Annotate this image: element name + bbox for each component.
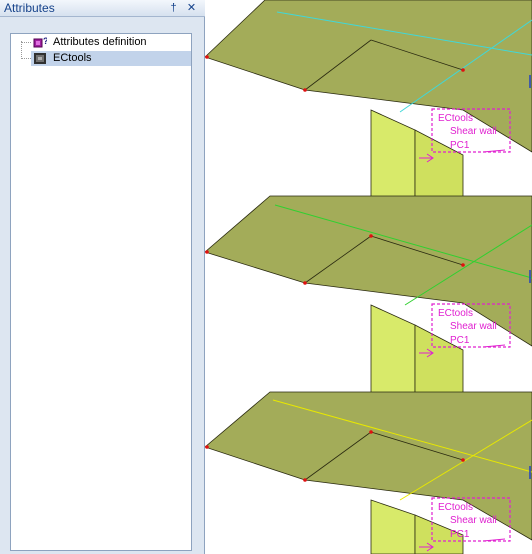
attributes-definition-icon: ? (33, 36, 47, 48)
svg-text:?: ? (43, 36, 47, 46)
node (205, 55, 209, 59)
node (303, 478, 307, 482)
3d-viewport[interactable]: ECtools Shear wall PC1 ECtools Shear wal… (205, 0, 532, 554)
tag-line: PC1 (450, 140, 470, 151)
tree-item-attributes-definition[interactable]: ? Attributes definition (31, 35, 191, 50)
pin-icon[interactable]: † (167, 1, 180, 15)
tag-line: Shear wall (450, 126, 497, 137)
shear-wall[interactable] (370, 499, 416, 554)
node (461, 458, 465, 462)
tag-line: Shear wall (450, 515, 497, 526)
panel-title-bar: Attributes † ✕ (0, 0, 205, 17)
tag-line: Shear wall (450, 321, 497, 332)
tree-item-ectools[interactable]: ECtools (31, 51, 191, 66)
tree-item-label: ECtools (53, 52, 92, 64)
attributes-panel: Attributes † ✕ ? Attributes definition E… (0, 0, 205, 554)
tag-line: ECtools (438, 308, 473, 319)
node (369, 430, 373, 434)
tree-connector (21, 41, 22, 57)
tag-line: PC1 (450, 335, 470, 346)
close-icon[interactable]: ✕ (185, 1, 198, 15)
node (461, 68, 465, 72)
tag-line: ECtools (438, 502, 473, 513)
node (369, 234, 373, 238)
tree-connector (21, 42, 31, 43)
node (303, 281, 307, 285)
panel-title: Attributes (4, 1, 55, 15)
tag-line: ECtools (438, 113, 473, 124)
building-model-view[interactable]: ECtools Shear wall PC1 ECtools Shear wal… (205, 0, 532, 554)
node (303, 88, 307, 92)
tree-connector (21, 58, 31, 59)
tree-item-label: Attributes definition (53, 36, 147, 48)
ectools-icon (34, 53, 46, 64)
node (461, 263, 465, 267)
node (205, 445, 209, 449)
tag-line: PC1 (450, 529, 470, 540)
node (205, 250, 209, 254)
attributes-tree[interactable]: ? Attributes definition ECtools (10, 33, 192, 551)
